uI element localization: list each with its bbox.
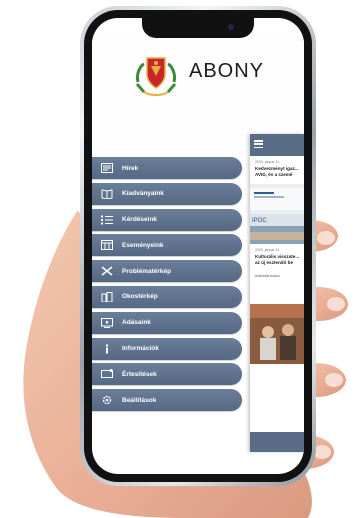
svg-text:IPOC: IPOC xyxy=(252,218,267,224)
tools-icon xyxy=(100,265,114,277)
news-caption: Kulturális tudósí xyxy=(255,274,280,278)
phone-screen: ABONY Hírek Kiadványaink Kérdéseink Esem… xyxy=(92,18,304,474)
tv-icon xyxy=(100,317,114,329)
menu-item-label: Kérdéseink xyxy=(122,216,158,224)
menu-item-label: Okostérkép xyxy=(122,293,158,301)
side-menu: Hírek Kiadványaink Kérdéseink Eseményein… xyxy=(92,157,242,415)
menu-item-label: Problématérkép xyxy=(122,267,172,275)
phone-notch xyxy=(142,18,254,38)
news-icon xyxy=(100,162,114,174)
menu-item-label: Hírek xyxy=(122,164,139,172)
menu-item-label: Eseményeink xyxy=(122,241,164,249)
menu-item-adasaink[interactable]: Adásaink xyxy=(92,311,242,334)
menu-item-kerdeseink[interactable]: Kérdéseink xyxy=(92,208,242,231)
camera-icon xyxy=(228,24,234,30)
news-date: 2020. január 31. xyxy=(255,248,281,252)
coat-of-arms-logo xyxy=(135,57,177,96)
menu-item-problematerkep[interactable]: Problématérkép xyxy=(92,260,242,283)
info-icon xyxy=(100,343,114,355)
app-title: ABONY xyxy=(189,60,265,82)
hamburger-menu-icon[interactable] xyxy=(254,140,263,149)
menu-item-label: Értesítések xyxy=(122,370,157,378)
news-headline[interactable]: Kulturális visszate... az új esztendő be xyxy=(255,254,303,266)
calendar-icon xyxy=(100,239,114,251)
content-bottom-bar xyxy=(250,432,304,452)
menu-item-esemenyeink[interactable]: Eseményeink xyxy=(92,234,242,257)
news-date: 2020. január 31. xyxy=(255,160,281,164)
menu-item-label: Adásaink xyxy=(122,319,151,327)
menu-item-label: Információk xyxy=(122,345,159,353)
menu-item-informaciok[interactable]: Információk xyxy=(92,337,242,360)
menu-item-label: Beállítások xyxy=(122,396,157,404)
book-icon xyxy=(100,188,114,200)
gear-icon xyxy=(100,394,114,406)
menu-item-label: Kiadványaink xyxy=(122,190,164,198)
menu-item-hirek[interactable]: Hírek xyxy=(92,157,242,179)
menu-item-ertesitesek[interactable]: Értesítések xyxy=(92,363,242,386)
menu-item-okosterkep[interactable]: Okostérkép xyxy=(92,285,242,308)
news-photo xyxy=(250,304,304,364)
main-content-preview[interactable]: 2020. január 31. Kedvezményt igaz... AVI… xyxy=(250,134,304,452)
news-image xyxy=(250,184,304,214)
message-icon xyxy=(100,368,114,380)
list-icon xyxy=(100,214,114,226)
header-area xyxy=(92,38,304,146)
menu-item-kiadvanyaink[interactable]: Kiadványaink xyxy=(92,182,242,205)
news-headline[interactable]: Kedvezményt igaz... AVID, és a szemé xyxy=(255,166,303,178)
building-icon xyxy=(100,291,114,303)
menu-item-beallitasok[interactable]: Beállítások xyxy=(92,389,242,412)
